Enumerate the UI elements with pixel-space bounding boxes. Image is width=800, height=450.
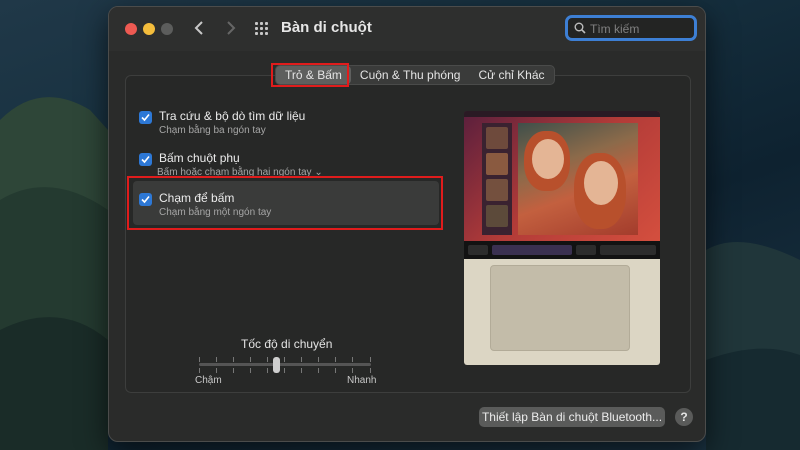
chevron-left-icon xyxy=(194,21,203,35)
lookup-checkbox[interactable] xyxy=(139,111,152,124)
checkmark-icon xyxy=(141,113,150,122)
window-title: Bàn di chuột xyxy=(281,19,372,36)
chevron-right-icon xyxy=(227,21,236,35)
tracking-speed-slider[interactable] xyxy=(199,355,371,375)
slider-track xyxy=(199,363,371,366)
option-title: Tra cứu & bộ dò tìm dữ liệu xyxy=(159,109,306,123)
back-button[interactable] xyxy=(189,17,209,39)
tab-scroll-zoom[interactable]: Cuộn & Thu phóng xyxy=(351,66,470,84)
option-subtitle: Chạm bằng ba ngón tay xyxy=(159,125,266,136)
search-icon xyxy=(574,22,586,34)
tracking-speed-label: Tốc độ di chuyển xyxy=(241,337,333,351)
slider-knob[interactable] xyxy=(273,357,280,373)
preview-laptop-base xyxy=(464,259,660,365)
help-button[interactable]: ? xyxy=(675,408,693,426)
search-input[interactable] xyxy=(590,20,690,37)
checkmark-icon xyxy=(141,155,150,164)
show-all-grid-icon[interactable] xyxy=(255,22,269,36)
title-bar: Bàn di chuột xyxy=(109,7,705,51)
option-highlight-box xyxy=(127,176,443,230)
search-field[interactable] xyxy=(565,15,697,41)
minimize-window-button[interactable] xyxy=(143,23,155,35)
tab-highlight-box xyxy=(271,63,349,87)
preview-laptop-screen xyxy=(464,111,660,241)
preview-touch-bar xyxy=(464,241,660,259)
fast-label: Nhanh xyxy=(347,375,377,386)
slow-label: Chậm xyxy=(195,375,222,386)
preview-photo xyxy=(518,123,638,235)
secondary-click-checkbox[interactable] xyxy=(139,153,152,166)
option-title: Bấm chuột phụ xyxy=(159,151,240,165)
trackpad-preferences-window: Bàn di chuột Trỏ & Bấm Cuộn & Thu phóng … xyxy=(108,6,706,442)
setup-bluetooth-trackpad-button[interactable]: Thiết lập Bàn di chuột Bluetooth... xyxy=(479,407,665,427)
zoom-window-button[interactable] xyxy=(161,23,173,35)
tab-more-gestures[interactable]: Cử chỉ Khác xyxy=(469,66,553,84)
close-window-button[interactable] xyxy=(125,23,137,35)
forward-button[interactable] xyxy=(221,17,241,39)
preview-trackpad xyxy=(490,265,630,351)
gesture-preview-video xyxy=(464,111,660,365)
